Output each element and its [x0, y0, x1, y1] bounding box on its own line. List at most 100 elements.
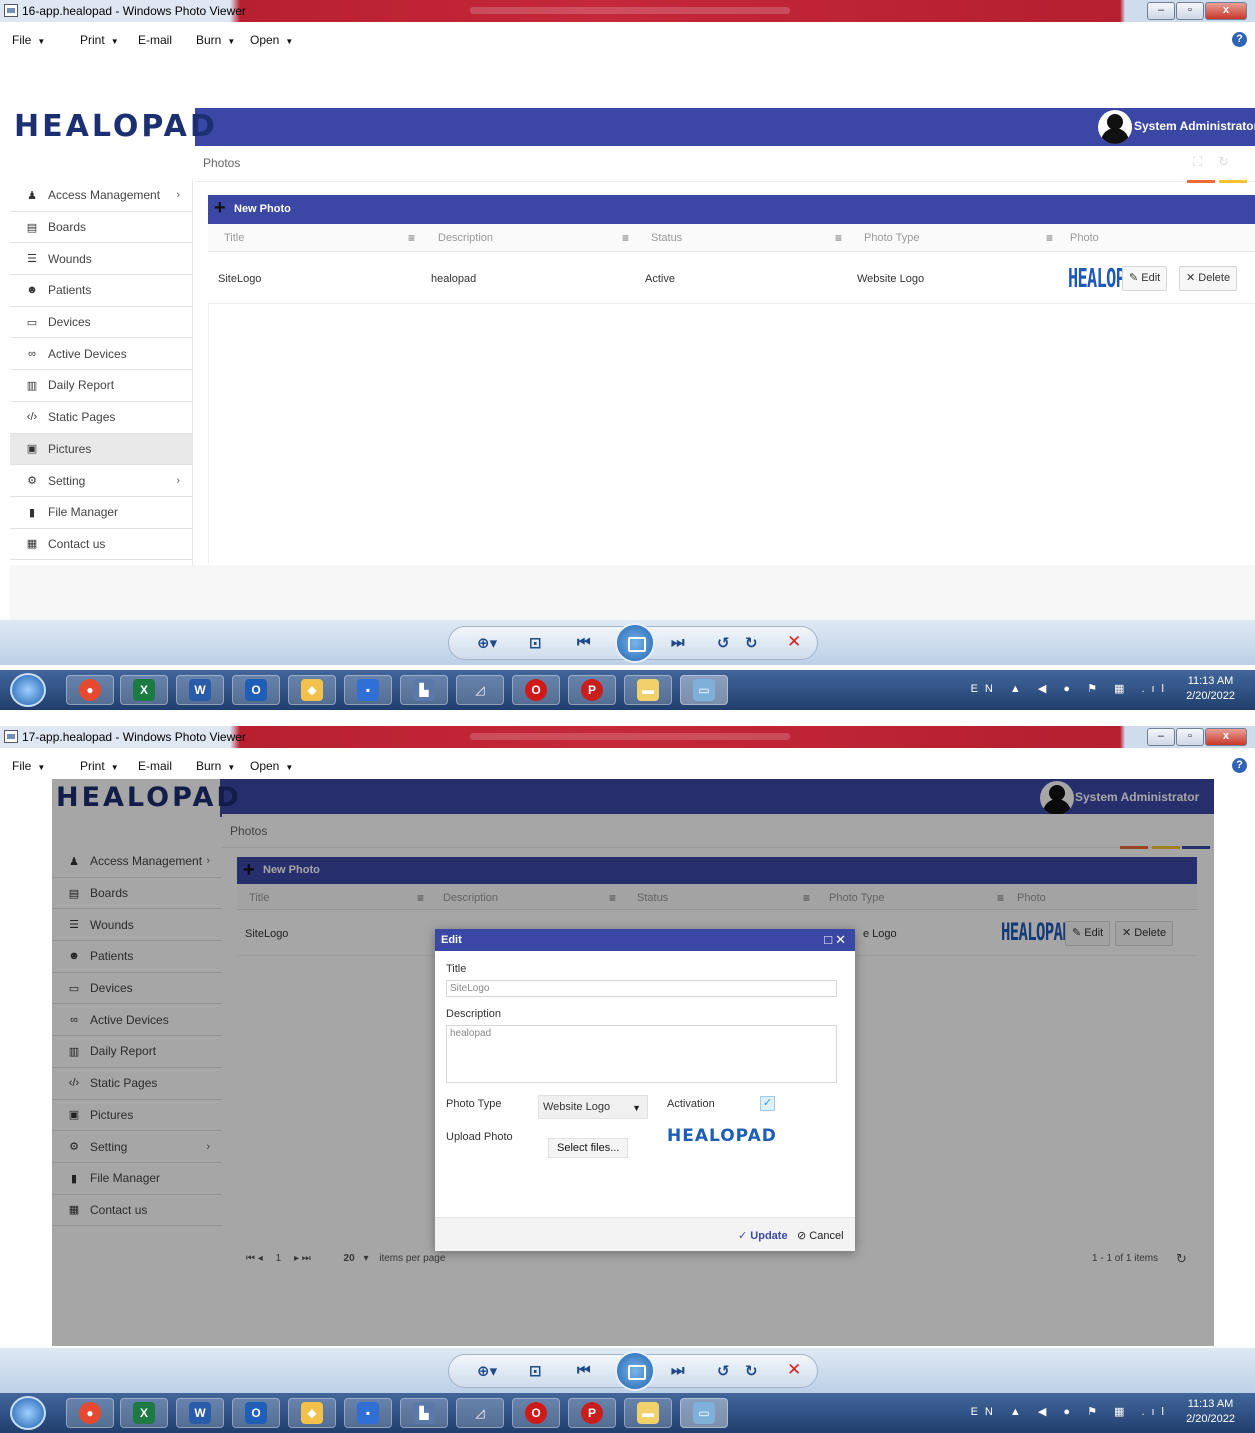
taskbar-photo-viewer[interactable]: ▭ — [680, 1398, 728, 1428]
column-description[interactable]: Description — [438, 232, 493, 244]
taskbar-explorer[interactable]: ▬ — [624, 675, 672, 705]
actual-size-icon[interactable]: ⊡ — [529, 1362, 542, 1380]
menu-email[interactable]: E-mail — [138, 759, 172, 773]
sidebar-item-daily-report[interactable]: ▥ Daily Report — [10, 370, 192, 402]
description-field[interactable]: healopad — [446, 1025, 837, 1083]
taskbar-snipping[interactable]: ◿ — [456, 1398, 504, 1428]
activation-checkbox[interactable]: ✓ — [760, 1096, 775, 1111]
delete-icon[interactable]: ✕ — [787, 1360, 801, 1380]
help-icon[interactable]: ? — [1232, 32, 1247, 47]
edit-button[interactable]: ✎ Edit — [1122, 266, 1168, 291]
maximize-button[interactable]: ▫ — [1176, 2, 1204, 20]
taskbar-excel[interactable]: X — [120, 675, 168, 705]
minimize-button[interactable]: – — [1147, 2, 1175, 20]
sidebar-item-file-manager[interactable]: ▮ File Manager — [10, 497, 192, 529]
zoom-icon[interactable]: ⊕▾ — [477, 634, 497, 652]
taskbar-snipping[interactable]: ◿ — [456, 675, 504, 705]
clock[interactable]: 11:13 AM 2/20/2022 — [1186, 674, 1235, 704]
filter-icon[interactable]: ≡ — [622, 231, 629, 245]
delete-button[interactable]: ✕ Delete — [1179, 266, 1238, 291]
menu-burn[interactable]: Burn ▼ — [196, 33, 235, 47]
sidebar-item-access-management[interactable]: ♟ Access Management › — [10, 180, 192, 212]
sidebar-item-active-devices[interactable]: ∞ Active Devices — [10, 338, 192, 371]
next-icon[interactable]: ⏭ — [671, 1362, 685, 1379]
taskbar-word[interactable]: W — [176, 675, 224, 705]
fullscreen-icon[interactable]: ⛶↻ — [1193, 154, 1245, 170]
sidebar-item-boards[interactable]: ▤ Boards — [10, 212, 192, 244]
update-button[interactable]: ✓ Update — [738, 1229, 788, 1242]
user-name[interactable]: System Administrator — [1134, 119, 1255, 133]
menu-burn[interactable]: Burn ▼ — [196, 759, 235, 773]
help-icon[interactable]: ? — [1232, 758, 1247, 773]
taskbar-app[interactable]: ◆ — [288, 1398, 336, 1428]
taskbar-app[interactable]: ◆ — [288, 675, 336, 705]
sidebar-item-devices[interactable]: ▭ Devices — [10, 307, 192, 339]
menu-open[interactable]: Open ▼ — [250, 759, 293, 773]
maximize-icon[interactable]: □ — [824, 932, 835, 947]
rotate-right-icon[interactable]: ↻ — [745, 1362, 758, 1380]
tray-icons[interactable]: EN ▲ ◀ ● ⚑ ▦ .ıl — [971, 1405, 1171, 1418]
column-status[interactable]: Status — [651, 232, 682, 244]
taskbar-excel[interactable]: X — [120, 1398, 168, 1428]
previous-icon[interactable]: ⏮ — [577, 1362, 591, 1379]
menu-open[interactable]: Open ▼ — [250, 33, 293, 47]
menu-file[interactable]: File ▼ — [12, 759, 45, 773]
clock[interactable]: 11:13 AM 2/20/2022 — [1186, 1397, 1235, 1427]
sidebar-item-static-pages[interactable]: ‹/› Static Pages — [10, 402, 192, 434]
sidebar-item-setting[interactable]: ⚙ Setting › — [10, 465, 192, 497]
taskbar-teams[interactable]: ▪ — [344, 1398, 392, 1428]
taskbar-opera[interactable]: O — [512, 675, 560, 705]
column-photo-type[interactable]: Photo Type — [864, 232, 919, 244]
column-title[interactable]: Title — [224, 232, 244, 244]
sidebar-item-wounds[interactable]: ☰ Wounds — [10, 243, 192, 276]
taskbar-outlook[interactable]: O — [232, 1398, 280, 1428]
rotate-right-icon[interactable]: ↻ — [745, 634, 758, 652]
menu-email[interactable]: E-mail — [138, 33, 172, 47]
rotate-left-icon[interactable]: ↺ — [717, 1362, 730, 1380]
start-button[interactable] — [10, 673, 46, 707]
rotate-left-icon[interactable]: ↺ — [717, 634, 730, 652]
cancel-button[interactable]: ⊘ Cancel — [797, 1229, 844, 1242]
taskbar-p-app[interactable]: P — [568, 1398, 616, 1428]
delete-icon[interactable]: ✕ — [787, 632, 801, 652]
photo-type-select[interactable]: Website Logo ▼ — [538, 1095, 648, 1119]
menu-print[interactable]: Print ▼ — [80, 33, 119, 47]
maximize-button[interactable]: ▫ — [1176, 728, 1204, 746]
start-button[interactable] — [10, 1396, 46, 1430]
slideshow-icon[interactable] — [615, 623, 655, 663]
healopad-logo[interactable]: HEALOPAD — [10, 108, 215, 146]
previous-icon[interactable]: ⏮ — [577, 634, 591, 651]
close-button[interactable]: x — [1205, 728, 1247, 746]
sidebar-item-contact-us[interactable]: ▦ Contact us — [10, 529, 192, 561]
filter-icon[interactable]: ≡ — [1046, 231, 1053, 245]
taskbar-explorer[interactable]: ▬ — [624, 1398, 672, 1428]
filter-icon[interactable]: ≡ — [835, 231, 842, 245]
sidebar-item-pictures[interactable]: ▣ Pictures — [10, 433, 192, 466]
menu-file[interactable]: File ▼ — [12, 33, 45, 47]
close-button[interactable]: x — [1205, 2, 1247, 20]
taskbar-word[interactable]: W — [176, 1398, 224, 1428]
taskbar-p-app[interactable]: P — [568, 675, 616, 705]
taskbar-teams[interactable]: ▪ — [344, 675, 392, 705]
close-icon[interactable]: ✕ — [835, 932, 849, 947]
menu-print[interactable]: Print ▼ — [80, 759, 119, 773]
taskbar-outlook[interactable]: O — [232, 675, 280, 705]
select-files-button[interactable]: Select files... — [548, 1138, 629, 1158]
filter-icon[interactable]: ≡ — [408, 231, 415, 245]
minimize-button[interactable]: – — [1147, 728, 1175, 746]
column-photo[interactable]: Photo — [1070, 232, 1099, 244]
tray-icons[interactable]: EN ▲ ◀ ● ⚑ ▦ .ıl — [971, 682, 1171, 695]
taskbar-chrome[interactable]: ● — [66, 675, 114, 705]
slideshow-icon[interactable] — [615, 1351, 655, 1391]
new-photo-button[interactable]: New Photo — [234, 203, 291, 215]
avatar[interactable] — [1098, 110, 1132, 144]
taskbar-network[interactable]: ▙ — [400, 675, 448, 705]
taskbar-photo-viewer[interactable]: ▭ — [680, 675, 728, 705]
next-icon[interactable]: ⏭ — [671, 634, 685, 651]
title-field[interactable]: SiteLogo — [446, 980, 837, 997]
taskbar-network[interactable]: ▙ — [400, 1398, 448, 1428]
sidebar-item-patients[interactable]: ☻ Patients — [10, 275, 192, 307]
zoom-icon[interactable]: ⊕▾ — [477, 1362, 497, 1380]
taskbar-chrome[interactable]: ● — [66, 1398, 114, 1428]
taskbar-opera[interactable]: O — [512, 1398, 560, 1428]
